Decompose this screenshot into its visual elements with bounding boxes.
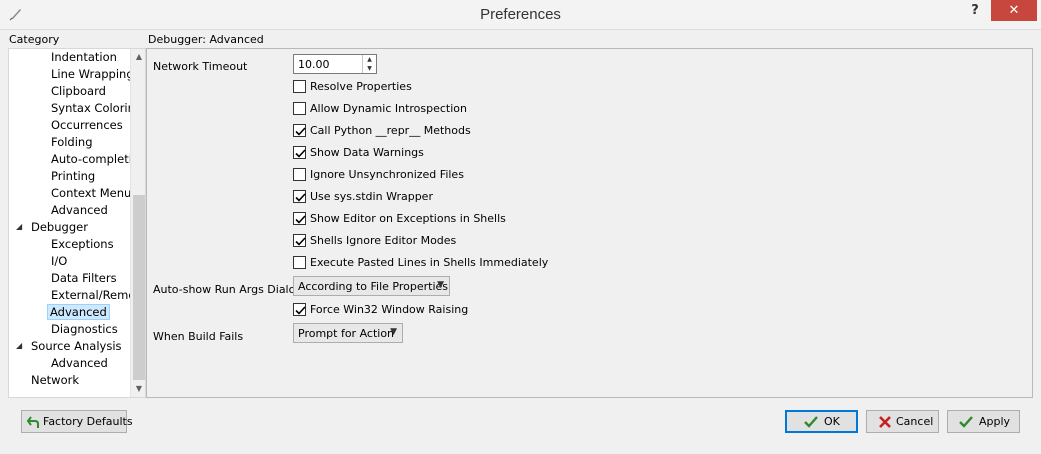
tree-item-auto-completion[interactable]: Auto-completi: [51, 151, 132, 167]
show-editor-on-exceptions-checkbox[interactable]: [293, 212, 306, 225]
call-python-repr-checkbox[interactable]: [293, 124, 306, 137]
tree-item-folding[interactable]: Folding: [51, 134, 93, 150]
tree-item-external-remote[interactable]: External/Remo: [51, 287, 135, 303]
tree-item-occurrences[interactable]: Occurrences: [51, 117, 123, 133]
tree-item-source-analysis[interactable]: Source Analysis: [31, 338, 122, 354]
execute-pasted-lines-label: Execute Pasted Lines in Shells Immediate…: [310, 256, 549, 269]
tree-item-data-filters[interactable]: Data Filters: [51, 270, 117, 286]
help-button[interactable]: ?: [962, 2, 988, 22]
resolve-properties-checkbox[interactable]: [293, 80, 306, 93]
settings-panel: [146, 48, 1033, 398]
tree-item-printing[interactable]: Printing: [51, 168, 95, 184]
scroll-down-icon[interactable]: ▼: [131, 381, 145, 397]
build-fails-value: Prompt for Action: [298, 327, 395, 340]
dropdown-arrow-icon: ▼: [437, 280, 444, 290]
auto-show-value: According to File Properties: [298, 280, 449, 293]
use-stdin-wrapper-checkbox[interactable]: [293, 190, 306, 203]
force-raise-label: Force Win32 Window Raising: [310, 303, 469, 316]
dropdown-arrow-icon: ▼: [390, 327, 397, 337]
tree-item-editor-advanced[interactable]: Advanced: [51, 202, 108, 218]
show-data-warnings-checkbox[interactable]: [293, 146, 306, 159]
build-fails-combo[interactable]: Prompt for Action ▼: [293, 323, 403, 343]
category-tree[interactable]: Indentation Line Wrapping Clipboard Synt…: [8, 48, 146, 398]
ok-label: OK: [824, 415, 840, 428]
tree-item-debugger-advanced[interactable]: Advanced: [47, 304, 110, 320]
tree-item-context-menu[interactable]: Context Menu: [51, 185, 131, 201]
auto-show-combo[interactable]: According to File Properties ▼: [293, 276, 450, 296]
tree-item-indentation[interactable]: Indentation: [51, 49, 117, 65]
tree-item-exceptions[interactable]: Exceptions: [51, 236, 114, 252]
tree-item-io[interactable]: I/O: [51, 253, 67, 269]
allow-dynamic-introspection-label: Allow Dynamic Introspection: [310, 102, 468, 115]
network-timeout-spinbox[interactable]: 10.00 ▲ ▼: [293, 54, 377, 74]
use-stdin-wrapper-label: Use sys.stdin Wrapper: [310, 190, 433, 203]
auto-show-label: Auto-show Run Args Dialog: [153, 283, 303, 296]
spin-up-icon[interactable]: ▲: [363, 55, 376, 64]
ignore-unsynchronized-files-label: Ignore Unsynchronized Files: [310, 168, 464, 181]
scrollbar-thumb[interactable]: [133, 195, 145, 380]
ignore-unsynchronized-files-checkbox[interactable]: [293, 168, 306, 181]
show-editor-on-exceptions-label: Show Editor on Exceptions in Shells: [310, 212, 506, 225]
call-python-repr-label: Call Python __repr__ Methods: [310, 124, 471, 137]
show-data-warnings-label: Show Data Warnings: [310, 146, 424, 159]
scroll-up-icon[interactable]: ▲: [131, 49, 145, 65]
build-fails-label: When Build Fails: [153, 330, 244, 343]
shells-ignore-editor-modes-label: Shells Ignore Editor Modes: [310, 234, 457, 247]
tree-item-diagnostics[interactable]: Diagnostics: [51, 321, 118, 337]
execute-pasted-lines-checkbox[interactable]: [293, 256, 306, 269]
tree-item-network[interactable]: Network: [31, 372, 79, 388]
expanded-triangle-icon[interactable]: ◢: [16, 338, 22, 354]
tree-item-syntax-coloring[interactable]: Syntax Coloring: [51, 100, 142, 116]
checkmark-icon: [958, 414, 974, 430]
expanded-triangle-icon[interactable]: ◢: [16, 219, 22, 235]
cancel-button[interactable]: Cancel: [866, 410, 939, 433]
ok-button[interactable]: OK: [785, 410, 858, 433]
factory-defaults-label: Factory Defaults: [43, 415, 133, 428]
tree-item-clipboard[interactable]: Clipboard: [51, 83, 106, 99]
spin-down-icon[interactable]: ▼: [363, 64, 376, 73]
undo-arrow-icon: [26, 414, 42, 430]
shells-ignore-editor-modes-checkbox[interactable]: [293, 234, 306, 247]
title-bar: Preferences ? ✕: [0, 0, 1041, 30]
network-timeout-label: Network Timeout: [153, 60, 248, 73]
resolve-properties-label: Resolve Properties: [310, 80, 412, 93]
tree-item-line-wrapping[interactable]: Line Wrapping: [51, 66, 134, 82]
spin-buttons[interactable]: ▲ ▼: [362, 55, 376, 73]
tree-item-source-analysis-advanced[interactable]: Advanced: [51, 355, 108, 371]
close-button[interactable]: ✕: [991, 0, 1037, 21]
allow-dynamic-introspection-checkbox[interactable]: [293, 102, 306, 115]
apply-button[interactable]: Apply: [947, 410, 1020, 433]
tree-item-debugger[interactable]: Debugger: [31, 219, 88, 235]
tree-scrollbar[interactable]: ▲ ▼: [130, 49, 145, 397]
factory-defaults-button[interactable]: Factory Defaults: [21, 410, 133, 433]
cross-icon: [877, 414, 893, 430]
network-timeout-value[interactable]: 10.00: [298, 58, 330, 71]
category-label: Category: [9, 33, 60, 46]
cancel-label: Cancel: [896, 415, 934, 428]
section-title: Debugger: Advanced: [148, 33, 264, 46]
checkmark-icon: [803, 414, 819, 430]
apply-label: Apply: [979, 415, 1011, 428]
window-title: Preferences: [480, 6, 561, 23]
force-raise-checkbox[interactable]: [293, 303, 306, 316]
